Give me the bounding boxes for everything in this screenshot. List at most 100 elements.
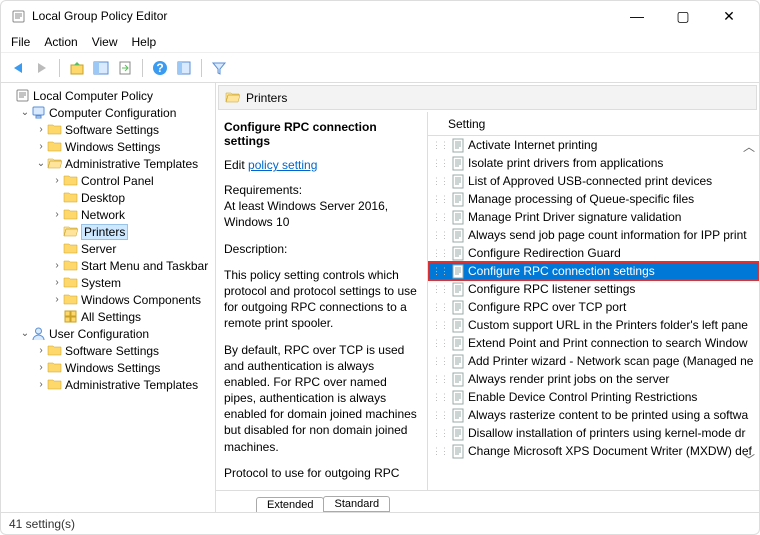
tab-extended[interactable]: Extended [256,497,324,512]
list-item[interactable]: ⋮⋮Extend Point and Print connection to s… [428,334,759,352]
list-item-label: Configure Redirection Guard [468,246,621,260]
expander-icon[interactable]: › [51,294,63,305]
list-header[interactable]: Setting [428,112,759,136]
tree-item[interactable]: Server [3,240,213,257]
setting-icon [451,390,465,405]
grip-icon: ⋮⋮ [432,158,448,169]
expander-icon[interactable]: › [35,141,47,152]
list-item[interactable]: ⋮⋮ Add Printer wizard - Network scan page… [428,352,759,370]
list-item[interactable]: ⋮⋮Always render print jobs on the server [428,370,759,388]
list-body[interactable]: ︿ ﹀ ⋮⋮Activate Internet printing ⋮⋮ Isolat… [428,136,759,490]
list-item-label: Configure RPC connection settings [468,264,655,278]
menu-action[interactable]: Action [44,35,77,49]
minimize-button[interactable]: — [623,8,651,25]
close-button[interactable]: ✕ [715,8,743,25]
list-item-label: Enable Device Control Printing Restricti… [468,390,697,404]
menu-help[interactable]: Help [132,35,157,49]
setting-icon [451,210,465,225]
list-item-label: Change Microsoft XPS Document Writer (MX… [468,444,752,458]
list-item[interactable]: ⋮⋮Configure RPC over TCP port [428,298,759,316]
folder-icon [63,275,78,290]
expander-icon[interactable]: › [51,209,63,220]
maximize-button[interactable]: ▢ [669,8,697,25]
list-item[interactable]: ⋮⋮Custom support URL in the Printers fol… [428,316,759,334]
expander-icon[interactable]: › [35,345,47,356]
edit-policy-link[interactable]: policy setting [248,158,317,172]
tree-item-label: Start Menu and Taskbar [81,259,208,273]
list-item[interactable]: ⋮⋮Manage processing of Queue-specific fi… [428,190,759,208]
description-pane: Configure RPC connection settings Edit p… [216,112,428,490]
tree-item-label: Windows Settings [65,140,160,154]
menu-view[interactable]: View [92,35,118,49]
list-item[interactable]: ⋮⋮Change Microsoft XPS Document Writer (… [428,442,759,460]
tree-item[interactable]: Local Computer Policy [3,87,213,104]
expander-icon[interactable]: › [35,124,47,135]
list-item-label: Manage Print Driver signature validation [468,210,681,224]
list-item[interactable]: ⋮⋮Configure RPC connection settings [428,262,759,280]
list-item-label: Add Printer wizard - Network scan page (… [468,354,753,368]
description-label: Description: [224,241,419,257]
expander-icon[interactable]: › [35,379,47,390]
setting-icon [451,354,465,369]
tree-item[interactable]: ›Control Panel [3,172,213,189]
tab-standard[interactable]: Standard [323,496,390,512]
tree-item[interactable]: › Software Settings [3,342,213,359]
list-item[interactable]: ⋮⋮Enable Device Control Printing Restric… [428,388,759,406]
tree-item[interactable]: ›Software Settings [3,121,213,138]
up-button[interactable] [68,59,86,77]
tree-item[interactable]: Printers [3,223,213,240]
list-item[interactable]: ⋮⋮Always send job page count information… [428,226,759,244]
setting-icon [451,192,465,207]
tree-item[interactable]: ›Administrative Templates [3,376,213,393]
expander-icon[interactable]: ⌄ [19,328,31,339]
show-tree-button[interactable] [92,59,110,77]
scroll-down-icon[interactable]: ﹀ [743,451,757,468]
folder-icon [63,190,78,205]
menu-file[interactable]: File [11,35,30,49]
setting-icon [451,228,465,243]
tree-item[interactable]: › Windows Settings [3,138,213,155]
list-item[interactable]: ⋮⋮ Isolate print drivers from application… [428,154,759,172]
help-button[interactable]: ? [151,59,169,77]
list-item[interactable]: ⋮⋮Configure RPC listener settings [428,280,759,298]
expander-icon[interactable]: › [35,362,47,373]
list-item[interactable]: ⋮⋮Disallow installation of printers usin… [428,424,759,442]
list-item[interactable]: ⋮⋮Configure Redirection Guard [428,244,759,262]
export-button[interactable] [116,59,134,77]
tree-item-label: Software Settings [65,344,159,358]
setting-icon [451,318,465,333]
tree-item[interactable]: ›Windows Settings [3,359,213,376]
expander-icon[interactable]: › [51,260,63,271]
list-item[interactable]: ⋮⋮Always rasterize content to be printed… [428,406,759,424]
expander-icon[interactable]: ⌄ [35,158,47,169]
list-item[interactable]: ⋮⋮Activate Internet printing [428,136,759,154]
expander-icon[interactable]: › [51,175,63,186]
grip-icon: ⋮⋮ [432,230,448,241]
tree-item[interactable]: ›Windows Components [3,291,213,308]
properties-button[interactable] [175,59,193,77]
list-item[interactable]: ⋮⋮List of Approved USB-connected print d… [428,172,759,190]
tree-item[interactable]: Desktop [3,189,213,206]
folder-icon [63,241,78,256]
tree-item[interactable]: All Settings [3,308,213,325]
expander-icon[interactable]: › [51,277,63,288]
back-button[interactable] [9,59,27,77]
forward-button[interactable] [33,59,51,77]
status-text: 41 setting(s) [9,517,75,531]
list-item-label: Manage processing of Queue-specific file… [468,192,694,206]
tree-item[interactable]: ›Network [3,206,213,223]
list-item[interactable]: ⋮⋮Manage Print Driver signature validati… [428,208,759,226]
expander-icon[interactable]: ⌄ [19,107,31,118]
scroll-up-icon[interactable]: ︿ [743,138,757,155]
tree-item[interactable]: › Start Menu and Taskbar [3,257,213,274]
filter-button[interactable] [210,59,228,77]
tree-item[interactable]: ⌄User Configuration [3,325,213,342]
menubar: File Action View Help [1,31,759,53]
grip-icon: ⋮⋮ [432,356,448,367]
list-item-label: Isolate print drivers from applications [468,156,663,170]
tree-item[interactable]: ›System [3,274,213,291]
tree-item[interactable]: ⌄Computer Configuration [3,104,213,121]
tree-pane[interactable]: Local Computer Policy⌄Computer Configura… [1,83,216,512]
setting-title: Configure RPC connection settings [224,120,419,148]
tree-item[interactable]: ⌄Administrative Templates [3,155,213,172]
